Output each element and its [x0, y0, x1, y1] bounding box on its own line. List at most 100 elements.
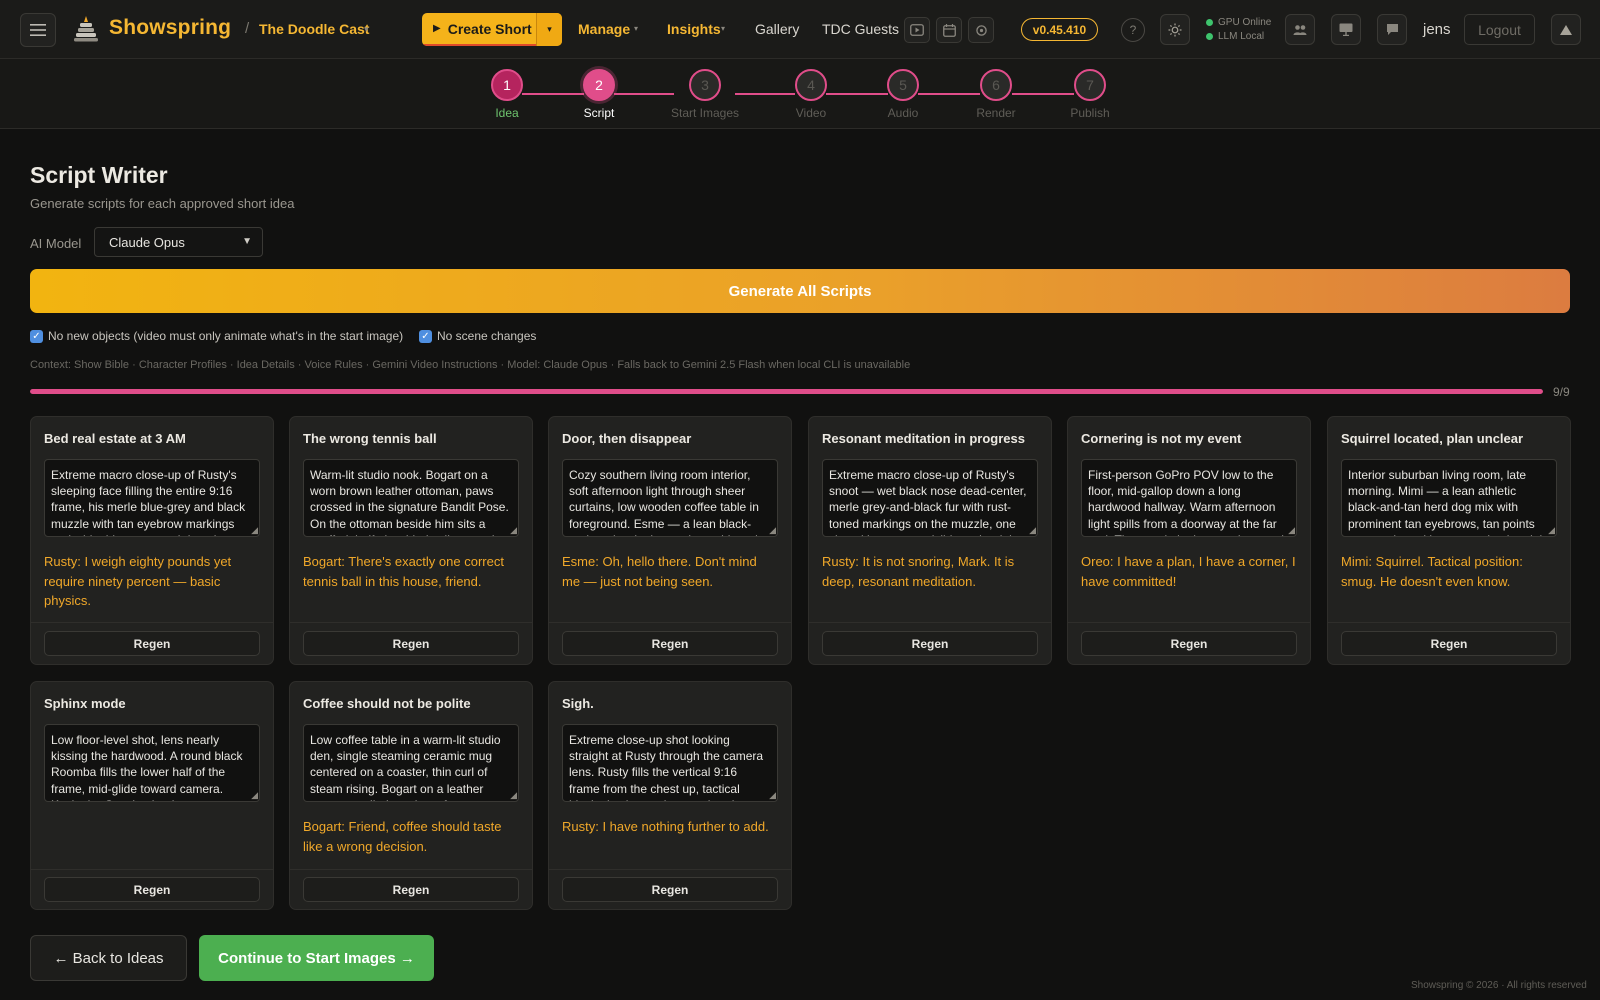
- resize-handle-icon[interactable]: ◢: [510, 526, 517, 535]
- username[interactable]: jens: [1423, 21, 1451, 38]
- create-short-button[interactable]: ▶ Create Short ▾: [422, 13, 562, 46]
- gpu-status: GPU Online: [1206, 17, 1271, 28]
- menu-icon[interactable]: [20, 13, 56, 47]
- step-6-circle[interactable]: 6: [980, 69, 1012, 101]
- resize-handle-icon[interactable]: ◢: [1288, 526, 1295, 535]
- prompt-text: Low floor-level shot, lens nearly kissin…: [51, 733, 248, 801]
- nav-manage[interactable]: Manage: [578, 21, 630, 37]
- version-badge[interactable]: v0.45.410: [1021, 18, 1098, 41]
- prompt-textarea[interactable]: Warm-lit studio nook. Bogart on a worn b…: [303, 459, 519, 537]
- regen-button[interactable]: Regen: [303, 877, 519, 902]
- chevron-down-icon[interactable]: ▾: [634, 24, 638, 33]
- step-3-circle[interactable]: 3: [689, 69, 721, 101]
- script-card: Bed real estate at 3 AM Extreme macro cl…: [30, 416, 274, 665]
- card-divider: [1328, 622, 1570, 623]
- regen-button[interactable]: Regen: [562, 877, 778, 902]
- logout-button[interactable]: Logout: [1464, 14, 1535, 45]
- resize-handle-icon[interactable]: ◢: [251, 526, 258, 535]
- option-no-new-objects-label: No new objects (video must only animate …: [48, 329, 404, 343]
- card-divider: [290, 869, 532, 870]
- theme-toggle-icon[interactable]: [1160, 14, 1190, 45]
- status-dot: [1206, 19, 1213, 26]
- prompt-textarea[interactable]: Cozy southern living room interior, soft…: [562, 459, 778, 537]
- step-connector: [918, 93, 980, 95]
- nav-gallery[interactable]: Gallery: [755, 21, 799, 37]
- script-card: Door, then disappear Cozy southern livin…: [548, 416, 792, 665]
- regen-button[interactable]: Regen: [44, 877, 260, 902]
- card-title: Bed real estate at 3 AM: [44, 431, 186, 446]
- card-divider: [549, 869, 791, 870]
- presentation-icon[interactable]: [1331, 14, 1361, 45]
- top-nav: Showspring / The Doodle Cast ▾ ▶ Create S…: [0, 0, 1600, 59]
- nav-guests[interactable]: TDC Guests: [822, 21, 899, 37]
- continue-to-start-images-button[interactable]: Continue to Start Images →: [199, 935, 434, 981]
- prompt-textarea[interactable]: Extreme close-up shot looking straight a…: [562, 724, 778, 802]
- step-connector: [826, 93, 888, 95]
- generate-all-scripts-button[interactable]: Generate All Scripts: [30, 269, 1570, 313]
- script-card: Squirrel located, plan unclear Interior …: [1327, 416, 1571, 665]
- step-1-circle[interactable]: 1: [491, 69, 523, 101]
- card-divider: [31, 869, 273, 870]
- show-selector[interactable]: The Doodle Cast: [259, 21, 369, 37]
- resize-handle-icon[interactable]: ◢: [510, 791, 517, 800]
- regen-button[interactable]: Regen: [562, 631, 778, 656]
- script-card: Sigh. Extreme close-up shot looking stra…: [548, 681, 792, 910]
- prompt-textarea[interactable]: First-person GoPro POV low to the floor,…: [1081, 459, 1297, 537]
- back-to-ideas-button[interactable]: ← Back to Ideas: [30, 935, 187, 981]
- dialogue-line: Esme: Oh, hello there. Don't mind me — j…: [562, 554, 757, 589]
- resize-handle-icon[interactable]: ◢: [1029, 526, 1036, 535]
- step-1-label: Idea: [495, 106, 519, 120]
- regen-button[interactable]: Regen: [303, 631, 519, 656]
- chevron-down-icon[interactable]: ▾: [364, 24, 369, 35]
- prompt-text: Extreme macro close-up of Rusty's snoot …: [829, 468, 1027, 536]
- dialogue-line: Rusty: I have nothing further to add.: [562, 819, 769, 834]
- checkbox-checked-icon[interactable]: ✓: [419, 329, 432, 343]
- users-icon[interactable]: [1285, 14, 1315, 45]
- prompt-textarea[interactable]: Extreme macro close-up of Rusty's sleepi…: [44, 459, 260, 537]
- card-title: Sigh.: [562, 696, 594, 711]
- chevron-down-icon[interactable]: ▾: [721, 24, 725, 33]
- step-7-circle[interactable]: 7: [1074, 69, 1106, 101]
- dialogue-line: Rusty: I weigh eighty pounds yet require…: [44, 554, 232, 608]
- step-4-circle[interactable]: 4: [795, 69, 827, 101]
- dialogue-line: Bogart: Friend, coffee should taste like…: [303, 819, 502, 854]
- resize-handle-icon[interactable]: ◢: [769, 526, 776, 535]
- step-5-circle[interactable]: 5: [887, 69, 919, 101]
- regen-button[interactable]: Regen: [1081, 631, 1297, 656]
- copyright: Showspring © 2026 · All rights reserved: [1411, 980, 1587, 991]
- script-card: Sphinx mode Low floor-level shot, lens n…: [30, 681, 274, 910]
- prompt-textarea[interactable]: Interior suburban living room, late morn…: [1341, 459, 1557, 537]
- nav-insights[interactable]: Insights: [667, 21, 721, 37]
- breadcrumb-separator: /: [245, 20, 250, 37]
- option-no-scene-changes[interactable]: ✓ No scene changes: [419, 329, 536, 343]
- resize-handle-icon[interactable]: ◢: [1548, 526, 1555, 535]
- help-icon[interactable]: ?: [1121, 18, 1145, 42]
- chat-icon[interactable]: [1377, 14, 1407, 45]
- prompt-textarea[interactable]: Low coffee table in a warm-lit studio de…: [303, 724, 519, 802]
- video-icon[interactable]: [904, 17, 930, 43]
- option-no-new-objects[interactable]: ✓ No new objects (video must only animat…: [30, 329, 403, 343]
- regen-button[interactable]: Regen: [44, 631, 260, 656]
- option-no-scene-changes-label: No scene changes: [437, 329, 537, 343]
- app-name[interactable]: Showspring: [109, 16, 231, 40]
- card-title: Door, then disappear: [562, 431, 692, 446]
- checkbox-checked-icon[interactable]: ✓: [30, 329, 43, 343]
- step-2-circle[interactable]: 2: [583, 69, 615, 101]
- model-select[interactable]: Claude Opus ▼: [94, 227, 263, 257]
- resize-handle-icon[interactable]: ◢: [769, 791, 776, 800]
- prompt-text: Low coffee table in a warm-lit studio de…: [310, 733, 501, 801]
- regen-button[interactable]: Regen: [1341, 631, 1557, 656]
- card-title: Cornering is not my event: [1081, 431, 1242, 446]
- arrow-up-icon[interactable]: [1551, 14, 1581, 45]
- step-3-label: Start Images: [670, 106, 740, 120]
- dialogue-line: Mimi: Squirrel. Tactical position: smug.…: [1341, 554, 1523, 589]
- regen-button[interactable]: Regen: [822, 631, 1038, 656]
- calendar-icon[interactable]: [936, 17, 962, 43]
- resize-handle-icon[interactable]: ◢: [251, 791, 258, 800]
- create-short-dropdown[interactable]: ▾: [536, 13, 562, 46]
- gear-icon[interactable]: [968, 17, 994, 43]
- prompt-textarea[interactable]: Extreme macro close-up of Rusty's snoot …: [822, 459, 1038, 537]
- logo-icon: [74, 16, 98, 42]
- card-title: Coffee should not be polite: [303, 696, 471, 711]
- prompt-textarea[interactable]: Low floor-level shot, lens nearly kissin…: [44, 724, 260, 802]
